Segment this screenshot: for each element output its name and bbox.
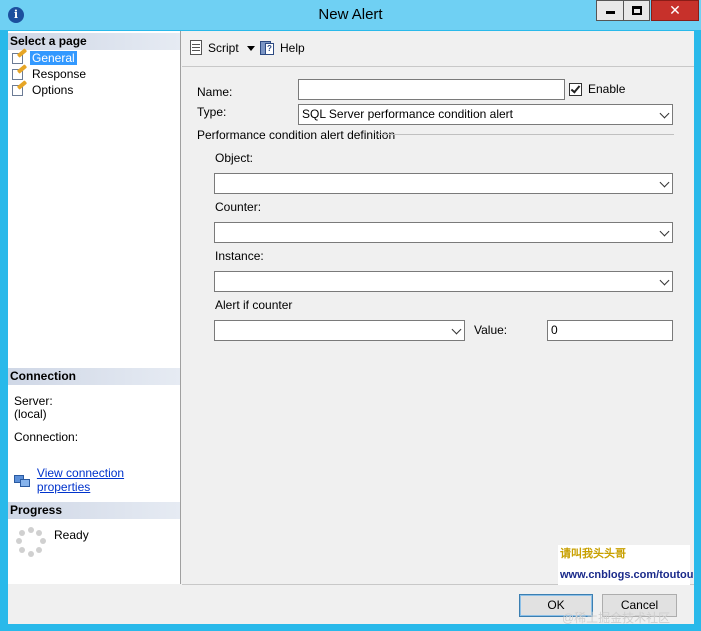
enable-checkbox[interactable] xyxy=(569,83,582,96)
enable-label: Enable xyxy=(588,82,626,96)
chevron-down-icon xyxy=(659,275,670,286)
view-connection-link[interactable]: View connection properties xyxy=(37,466,180,494)
progress-spinner-icon xyxy=(16,527,46,557)
ad-title: 请叫我头头哥 xyxy=(560,548,626,560)
maximize-icon xyxy=(631,6,642,15)
value-input[interactable]: 0 xyxy=(547,320,673,341)
view-connection-properties[interactable]: View connection properties xyxy=(14,466,180,494)
script-label: Script xyxy=(208,41,239,55)
server-label: Server: xyxy=(14,394,53,408)
alert-if-counter-label: Alert if counter xyxy=(215,298,293,312)
help-label: Help xyxy=(280,41,305,55)
progress-header: Progress xyxy=(8,502,180,519)
connection-header: Connection xyxy=(8,368,180,385)
page-icon xyxy=(12,64,28,80)
counter-select[interactable] xyxy=(214,222,673,243)
script-button[interactable]: Script xyxy=(189,40,255,56)
chevron-down-icon xyxy=(659,108,670,119)
blog-ad-overlay: 请叫我头头哥 www.cnblogs.com/toutou xyxy=(558,545,694,585)
close-icon: ✕ xyxy=(669,2,681,18)
page-item-options[interactable]: Options xyxy=(12,80,75,97)
checkmark-icon xyxy=(570,83,581,94)
page-label-general: General xyxy=(30,50,77,65)
page-item-response[interactable]: Response xyxy=(12,64,88,81)
script-icon xyxy=(189,40,204,56)
minimize-icon xyxy=(605,11,615,14)
page-label-options: Options xyxy=(32,82,74,97)
page-icon xyxy=(12,80,28,96)
counter-label: Counter: xyxy=(215,200,262,214)
page-item-general[interactable]: General xyxy=(12,48,77,65)
chevron-down-icon xyxy=(659,177,670,188)
connection-label: Connection: xyxy=(14,430,79,444)
page-icon xyxy=(12,48,28,64)
value-label: Value: xyxy=(474,323,508,337)
help-book-icon: ? xyxy=(260,40,276,56)
group-divider xyxy=(377,134,674,135)
name-label: Name: xyxy=(197,85,233,99)
type-select[interactable]: SQL Server performance condition alert xyxy=(298,104,673,125)
instance-select[interactable] xyxy=(214,271,673,292)
maximize-button[interactable] xyxy=(623,0,650,21)
dialog-client-area: Select a page General Response Options C… xyxy=(8,31,694,624)
server-value: (local) xyxy=(14,407,47,421)
type-select-value: SQL Server performance condition alert xyxy=(302,107,513,121)
page-label-response: Response xyxy=(32,66,87,81)
chevron-down-icon xyxy=(451,324,462,335)
help-button[interactable]: ? Help xyxy=(260,40,305,56)
definition-group-title: Performance condition alert definition xyxy=(197,128,396,142)
minimize-button[interactable] xyxy=(596,0,623,21)
type-label: Type: xyxy=(197,105,227,119)
select-page-header: Select a page xyxy=(8,33,180,50)
connection-properties-icon xyxy=(14,473,31,487)
watermark: @稀土掘金技术社区 xyxy=(562,611,671,625)
chevron-down-icon[interactable] xyxy=(246,45,255,51)
alert-if-counter-select[interactable] xyxy=(214,320,465,341)
progress-status: Ready xyxy=(54,528,89,542)
ad-url: www.cnblogs.com/toutou xyxy=(560,569,694,581)
dialog-window: i New Alert ✕ Select a page General Resp… xyxy=(0,0,701,631)
object-label: Object: xyxy=(215,151,254,165)
left-pane: Select a page General Response Options C… xyxy=(8,31,181,584)
object-select[interactable] xyxy=(214,173,673,194)
name-input[interactable] xyxy=(298,79,565,100)
close-button[interactable]: ✕ xyxy=(651,0,699,21)
title-bar[interactable]: i New Alert ✕ xyxy=(0,0,701,30)
chevron-down-icon xyxy=(659,226,670,237)
instance-label: Instance: xyxy=(215,249,264,263)
toolbar: Script ? Help xyxy=(182,31,694,67)
